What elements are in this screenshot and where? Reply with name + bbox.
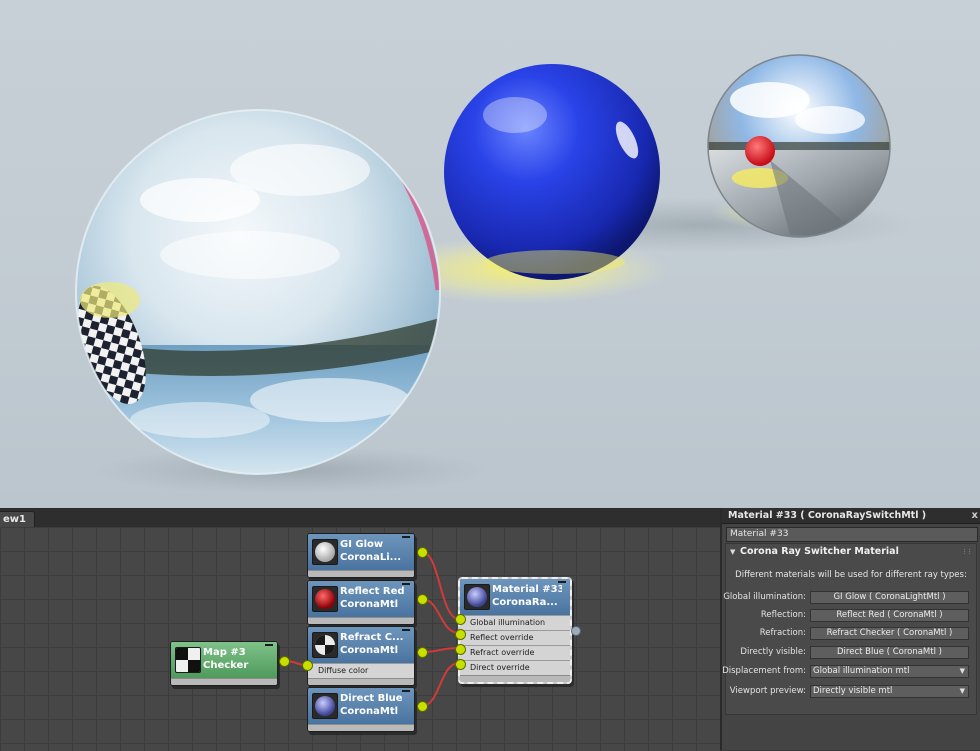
node-type: Checker: [203, 660, 249, 671]
node-slot-diffuse-color[interactable]: Diffuse color: [308, 663, 414, 678]
material-name-field[interactable]: Material #33: [726, 527, 978, 542]
collapse-arrow-icon[interactable]: ▼: [730, 544, 735, 560]
output-port[interactable]: [417, 701, 428, 712]
node-header[interactable]: GI Glow CoronaLi...: [308, 534, 414, 570]
output-port[interactable]: [279, 656, 290, 667]
node-header[interactable]: Reflect Red CoronaMtl: [308, 581, 414, 617]
node-footer: [308, 617, 414, 624]
node-slot-refract-override[interactable]: Refract override: [460, 645, 570, 660]
output-port[interactable]: [417, 594, 428, 605]
param-label: Directly visible:: [740, 647, 806, 657]
node-type: CoronaLi...: [340, 552, 402, 563]
output-port[interactable]: [417, 647, 428, 658]
node-title: GI Glow: [340, 539, 384, 550]
node-title: Refract C...: [340, 632, 404, 643]
rollout-header[interactable]: ▼ Corona Ray Switcher Material: [726, 544, 976, 560]
output-port[interactable]: [417, 547, 428, 558]
param-row-refraction: Refraction: Refract Checker ( CoronaMtl …: [726, 627, 976, 640]
node-slot-reflect-override[interactable]: Reflect override: [460, 630, 570, 645]
dropdown-arrow-icon: ▼: [959, 667, 965, 675]
node-footer: [171, 678, 277, 685]
input-port-direct-override[interactable]: [455, 659, 466, 670]
param-row-global-illumination: Global illumination: GI Glow ( CoronaLig…: [723, 591, 976, 604]
gi-material-button[interactable]: GI Glow ( CoronaLightMtl ): [810, 591, 969, 604]
param-row-directly-visible: Directly visible: Direct Blue ( CoronaMt…: [726, 646, 976, 659]
input-port-reflect-override[interactable]: [455, 629, 466, 640]
material-parameter-panel: Material #33 ( CoronaRaySwitchMtl ) x Ma…: [720, 508, 980, 750]
input-port-refract-override[interactable]: [455, 644, 466, 655]
reflection-material-button[interactable]: Reflect Red ( CoronaMtl ): [810, 609, 969, 622]
checker-icon: [175, 647, 201, 673]
slate-material-editor[interactable]: ew1 GI Glow CoronaLi... Reflect Red Coro…: [0, 508, 720, 751]
dropdown-arrow-icon: ▼: [959, 687, 965, 695]
node-map3-checker[interactable]: Map #3 Checker: [170, 641, 278, 686]
checker-sphere-icon: [312, 632, 338, 658]
param-label: Refraction:: [759, 628, 806, 638]
node-title: Direct Blue: [340, 693, 403, 704]
render-viewport: [0, 0, 980, 508]
wire-gi-glow: [421, 551, 460, 620]
param-label: Viewport preview:: [729, 686, 806, 696]
param-row-viewport-preview: Viewport preview: Directly visible mtl ▼: [726, 685, 976, 698]
node-footer: [308, 678, 414, 685]
node-direct-blue[interactable]: Direct Blue CoronaMtl: [307, 687, 415, 732]
node-footer: [460, 675, 570, 682]
minimize-icon[interactable]: [402, 690, 410, 692]
minimize-icon[interactable]: [558, 581, 566, 583]
input-port-global-illumination[interactable]: [455, 614, 466, 625]
node-type: CoronaRa...: [492, 597, 558, 608]
wire-direct-blue: [421, 662, 460, 707]
dropdown-value: Global illumination mtl: [813, 666, 910, 676]
node-footer: [308, 570, 414, 577]
param-row-displacement: Displacement from: Global illumination m…: [722, 665, 976, 678]
output-port[interactable]: [571, 626, 581, 636]
refraction-material-button[interactable]: Refract Checker ( CoronaMtl ): [810, 627, 969, 640]
node-title: Material #33: [492, 584, 562, 595]
node-slot-global-illumination[interactable]: Global illumination: [460, 615, 570, 630]
node-type: CoronaMtl: [340, 645, 399, 656]
render-image: [0, 0, 980, 508]
panel-title-bar: Material #33 ( CoronaRaySwitchMtl ) x: [722, 508, 980, 524]
node-reflect-red[interactable]: Reflect Red CoronaMtl: [307, 580, 415, 625]
rollout-title: Corona Ray Switcher Material: [740, 546, 899, 557]
minimize-icon[interactable]: [402, 629, 410, 631]
blue-sphere-icon: [464, 584, 490, 610]
red-sphere-icon: [312, 586, 338, 612]
node-title: Map #3: [203, 647, 246, 658]
viewport-preview-dropdown[interactable]: Directly visible mtl ▼: [810, 685, 969, 698]
rollout-corona-ray-switcher: ▼ Corona Ray Switcher Material Different…: [722, 543, 977, 715]
dropdown-value: Directly visible mtl: [813, 686, 893, 696]
panel-title: Material #33 ( CoronaRaySwitchMtl ): [728, 510, 927, 521]
node-header[interactable]: Map #3 Checker: [171, 642, 277, 678]
direct-material-button[interactable]: Direct Blue ( CoronaMtl ): [810, 646, 969, 659]
close-icon[interactable]: x: [972, 508, 978, 523]
node-header[interactable]: Material #33 CoronaRa...: [460, 579, 570, 615]
white-sphere-icon: [312, 539, 338, 565]
param-label: Reflection:: [760, 610, 806, 620]
node-gi-glow[interactable]: GI Glow CoronaLi...: [307, 533, 415, 578]
node-footer: [308, 724, 414, 731]
node-header[interactable]: Direct Blue CoronaMtl: [308, 688, 414, 724]
minimize-icon[interactable]: [402, 536, 410, 538]
input-port-diffuse-color[interactable]: [302, 660, 313, 671]
minimize-icon[interactable]: [265, 644, 273, 646]
node-header[interactable]: Refract C... CoronaMtl: [308, 627, 414, 663]
node-type: CoronaMtl: [340, 599, 399, 610]
node-slot-direct-override[interactable]: Direct override: [460, 660, 570, 675]
node-material-33[interactable]: Material #33 CoronaRa... Global illumina…: [458, 577, 572, 684]
displacement-from-dropdown[interactable]: Global illumination mtl ▼: [810, 665, 969, 678]
node-type: CoronaMtl: [340, 706, 399, 717]
param-label: Global illumination:: [723, 592, 806, 602]
node-title: Reflect Red: [340, 586, 405, 597]
param-row-reflection: Reflection: Reflect Red ( CoronaMtl ): [726, 609, 976, 622]
minimize-icon[interactable]: [402, 583, 410, 585]
blue-sphere-icon: [312, 693, 338, 719]
rollout-description: Different materials will be used for dif…: [735, 570, 967, 580]
node-refract-checker[interactable]: Refract C... CoronaMtl Diffuse color: [307, 626, 415, 686]
grip-icon: [964, 549, 970, 554]
param-label: Displacement from:: [722, 666, 806, 676]
